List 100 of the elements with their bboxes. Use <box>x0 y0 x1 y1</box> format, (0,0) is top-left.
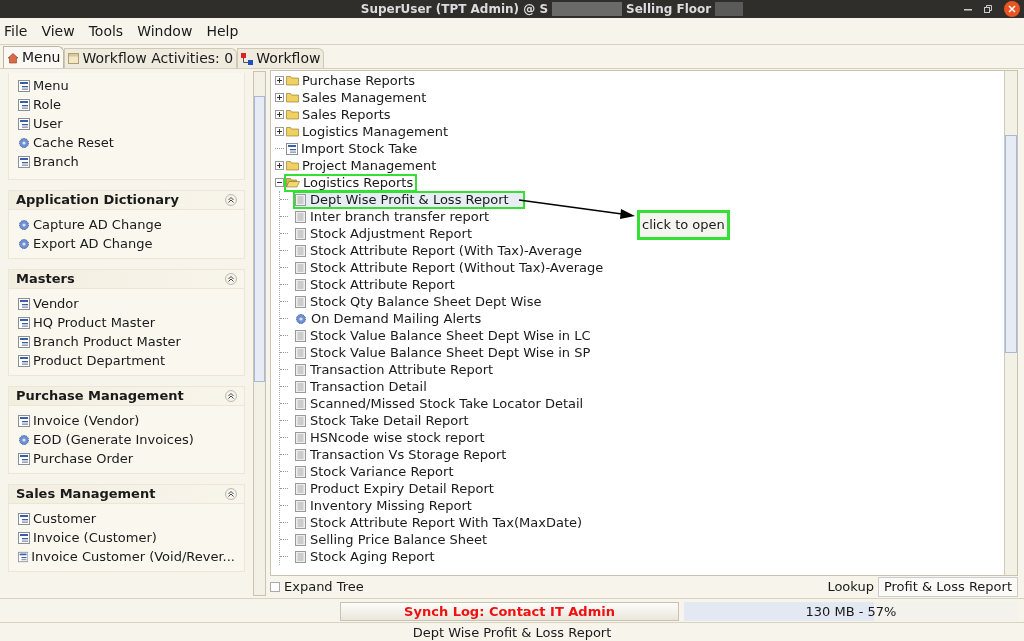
folder-icon <box>286 126 299 137</box>
menu-item[interactable]: View <box>41 20 75 42</box>
folder-icon <box>286 109 299 120</box>
menu-item[interactable]: Tools <box>88 20 124 42</box>
group-title: Sales Management <box>16 485 156 504</box>
document-icon <box>295 363 306 376</box>
menu-entry[interactable]: Invoice (Vendor) <box>18 411 235 430</box>
tab[interactable]: Menu <box>3 46 65 68</box>
expand-tree-checkbox[interactable]: Expand Tree <box>270 577 364 597</box>
expand-icon[interactable] <box>275 161 284 170</box>
window-icon <box>18 531 30 544</box>
document-icon <box>295 448 306 461</box>
document-icon <box>295 380 306 393</box>
menu-entry[interactable]: Vendor <box>18 294 235 313</box>
menu-entry[interactable]: Menu <box>18 76 235 95</box>
document-icon <box>295 227 306 240</box>
table-icon <box>68 53 80 64</box>
expand-icon[interactable] <box>275 76 284 85</box>
scrollbar[interactable] <box>1004 71 1017 576</box>
document-icon <box>295 516 306 529</box>
window-title: SuperUser (TPT Admin) @ S <box>360 1 549 18</box>
document-icon <box>295 499 306 512</box>
tab[interactable]: Workflow Activities: 0 <box>64 48 238 68</box>
document-icon <box>295 295 306 308</box>
lookup-field[interactable]: Profit & Loss Report <box>877 577 1018 597</box>
document-icon <box>295 210 306 223</box>
folder-icon <box>286 75 299 86</box>
gear-icon <box>18 218 30 231</box>
menu-entry[interactable]: EOD (Generate Invoices) <box>18 430 235 449</box>
document-icon <box>295 244 306 257</box>
scrollbar[interactable] <box>253 71 266 596</box>
document-icon <box>295 346 306 359</box>
collapse-icon[interactable] <box>275 178 284 187</box>
gear-icon <box>18 136 30 149</box>
blurred-patch <box>552 2 623 16</box>
document-icon <box>295 550 306 563</box>
group-title: Purchase Management <box>16 387 184 406</box>
document-icon <box>295 482 306 495</box>
menu-entry[interactable]: User <box>18 114 235 133</box>
status-text: Dept Wise Profit & Loss Report <box>412 624 612 641</box>
synch-log-button[interactable]: Synch Log: Contact IT Admin <box>340 602 679 621</box>
expand-icon[interactable] <box>275 110 284 119</box>
callout-label: click to open <box>637 210 730 240</box>
window-icon <box>18 297 30 310</box>
restore-icon[interactable] <box>984 5 992 13</box>
menu-entry[interactable]: Invoice (Customer) <box>18 528 235 547</box>
window-icon <box>18 512 30 525</box>
tab[interactable]: Workflow <box>237 48 325 68</box>
menu-entry[interactable]: Invoice Customer (Void/Rever... <box>18 547 235 566</box>
expand-icon[interactable] <box>275 127 284 136</box>
window-icon <box>18 550 29 563</box>
folder-icon <box>286 160 299 171</box>
window-icon <box>18 414 30 427</box>
window-icon <box>18 79 30 92</box>
menu-entry[interactable]: Role <box>18 95 235 114</box>
collapse-icon[interactable] <box>225 194 237 206</box>
menu-entry[interactable]: Capture AD Change <box>18 215 235 234</box>
gear-icon <box>18 433 30 446</box>
menu-entry[interactable]: Export AD Change <box>18 234 235 253</box>
collapse-icon[interactable] <box>225 273 237 285</box>
open-folder-icon <box>286 177 300 188</box>
house-icon <box>7 51 19 64</box>
window-icon <box>18 335 30 348</box>
document-icon <box>295 465 306 478</box>
collapse-icon[interactable] <box>225 488 237 500</box>
window-title: Selling Floor <box>626 1 712 18</box>
window-icon <box>18 354 30 367</box>
tree-node[interactable]: Dept Wise Profit & Loss Report <box>295 192 523 207</box>
window-icon <box>18 316 30 329</box>
workflow-icon <box>241 52 254 65</box>
menu-item[interactable]: Help <box>206 20 239 42</box>
menu-entry[interactable]: Cache Reset <box>18 133 235 152</box>
collapse-icon[interactable] <box>225 390 237 402</box>
window-icon <box>18 98 30 111</box>
window-icon <box>18 155 30 168</box>
gear-icon <box>295 312 307 325</box>
close-icon[interactable] <box>1004 1 1020 17</box>
menu-entry[interactable]: Branch Product Master <box>18 332 235 351</box>
document-icon <box>295 193 306 206</box>
window-icon <box>18 452 30 465</box>
document-icon <box>295 414 306 427</box>
menu-item[interactable]: Window <box>137 20 193 42</box>
group-title: Masters <box>16 270 75 289</box>
menu-entry[interactable]: HQ Product Master <box>18 313 235 332</box>
blurred-patch <box>715 2 744 16</box>
tree-node[interactable]: Logistics Reports <box>286 175 416 190</box>
group-title: Application Dictionary <box>16 191 179 210</box>
document-icon <box>295 261 306 274</box>
folder-icon <box>286 92 299 103</box>
menu-entry[interactable]: Branch <box>18 152 235 171</box>
menu-item[interactable]: File <box>4 20 28 42</box>
gear-icon <box>18 237 30 250</box>
document-icon <box>295 431 306 444</box>
window-icon <box>286 142 298 155</box>
document-icon <box>295 533 306 546</box>
document-icon <box>295 329 306 342</box>
menu-entry[interactable]: Product Department <box>18 351 235 370</box>
menu-entry[interactable]: Purchase Order <box>18 449 235 468</box>
expand-icon[interactable] <box>275 93 284 102</box>
menu-entry[interactable]: Customer <box>18 509 235 528</box>
